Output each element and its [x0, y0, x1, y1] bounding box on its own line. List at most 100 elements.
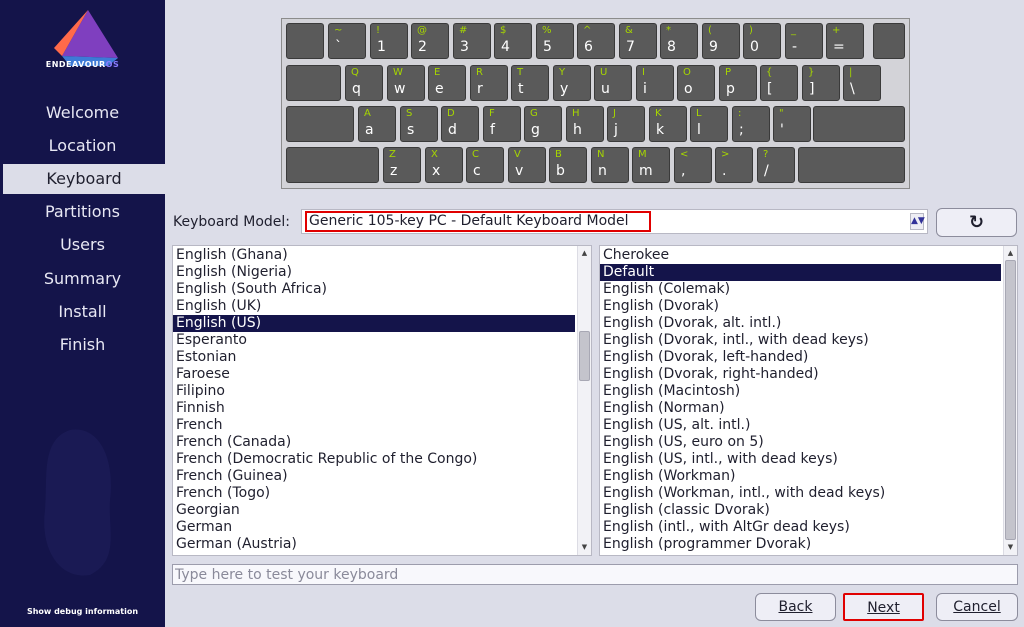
- variant-list-item[interactable]: English (Macintosh): [600, 383, 1001, 400]
- layout-list-item[interactable]: French (Democratic Republic of the Congo…: [173, 451, 575, 468]
- sidebar-item-install: Install: [58, 302, 107, 321]
- key: Zz: [383, 147, 421, 183]
- layout-list-item[interactable]: Faroese: [173, 366, 575, 383]
- layout-list-item[interactable]: German: [173, 519, 575, 536]
- key: (9: [702, 23, 740, 59]
- variant-list-item[interactable]: English (US, intl., with dead keys): [600, 451, 1001, 468]
- key-shift-label: (: [708, 25, 712, 36]
- variant-list-item[interactable]: English (Dvorak): [600, 298, 1001, 315]
- show-debug-link[interactable]: Show debug information: [0, 607, 165, 616]
- key-main-label: ]: [809, 81, 815, 97]
- key: Hh: [566, 106, 604, 142]
- key-shift-label: T: [517, 67, 524, 78]
- layout-list-item[interactable]: English (Nigeria): [173, 264, 575, 281]
- scroll-up-icon[interactable]: ▲: [1005, 248, 1016, 259]
- key: Gg: [524, 106, 562, 142]
- sidebar-item-partitions: Partitions: [44, 202, 120, 221]
- key-shift-label: L: [696, 108, 702, 119]
- key-shift-left: [286, 147, 379, 183]
- key: Ss: [400, 106, 438, 142]
- layout-list-item[interactable]: German (Austria): [173, 536, 575, 553]
- key-shift-label: N: [597, 149, 605, 160]
- keyboard-test-input[interactable]: [172, 564, 1018, 585]
- scroll-down-icon[interactable]: ▼: [579, 542, 590, 553]
- key-main-label: v: [515, 163, 524, 179]
- key-main-label: m: [639, 163, 653, 179]
- key-shift-label: S: [406, 108, 413, 119]
- variant-list-item[interactable]: English (classic Dvorak): [600, 502, 1001, 519]
- key: Qq: [345, 65, 383, 101]
- key: ! 1: [370, 23, 408, 59]
- back-button[interactable]: Back: [755, 593, 836, 621]
- layout-list-item[interactable]: English (South Africa): [173, 281, 575, 298]
- variant-list-item[interactable]: Cherokee: [600, 247, 1001, 264]
- layout-list-scrollbar[interactable]: ▲ ▼: [577, 246, 591, 555]
- key-shift-label: ": [779, 108, 784, 119]
- variant-list-item[interactable]: English (Dvorak, left-handed): [600, 349, 1001, 366]
- layout-list-item[interactable]: Esperanto: [173, 332, 575, 349]
- key-main-label: a: [365, 122, 374, 138]
- key-shift-label: <: [680, 149, 689, 160]
- key-main-label: 9: [709, 39, 718, 55]
- keyboard-model-dropdown[interactable]: Generic 105-key PC - Default Keyboard Mo…: [301, 209, 928, 234]
- key-main-label: s: [407, 122, 415, 138]
- scrollbar-thumb[interactable]: [579, 331, 590, 381]
- key-esc-blank: [286, 23, 324, 59]
- key-shift-label: %: [542, 25, 552, 36]
- variant-list-item[interactable]: English (Dvorak, alt. intl.): [600, 315, 1001, 332]
- layout-list-item[interactable]: Filipino: [173, 383, 575, 400]
- key-main-label: l: [697, 122, 701, 138]
- variant-list-item[interactable]: English (Colemak): [600, 281, 1001, 298]
- layout-list-item[interactable]: English (US): [173, 315, 575, 332]
- variant-list-item[interactable]: Default: [600, 264, 1001, 281]
- layout-list-item[interactable]: French (Togo): [173, 485, 575, 502]
- key: Pp: [719, 65, 757, 101]
- scroll-down-icon[interactable]: ▼: [1005, 542, 1016, 553]
- layout-list-item[interactable]: English (Ghana): [173, 247, 575, 264]
- layout-list-item[interactable]: French (Canada): [173, 434, 575, 451]
- key: Tt: [511, 65, 549, 101]
- key-main-label: e: [435, 81, 444, 97]
- key-shift-label: !: [376, 25, 381, 36]
- keyboard-model-value: Generic 105-key PC - Default Keyboard Mo…: [305, 211, 651, 232]
- layout-list-item[interactable]: Estonian: [173, 349, 575, 366]
- variant-list-item[interactable]: English (Norman): [600, 400, 1001, 417]
- key-shift-label: >: [721, 149, 730, 160]
- key-main-label: o: [684, 81, 693, 97]
- scroll-up-icon[interactable]: ▲: [579, 248, 590, 259]
- variant-list-item[interactable]: English (US, alt. intl.): [600, 417, 1001, 434]
- key-main-label: z: [390, 163, 398, 179]
- key-shift-label: &: [625, 25, 633, 36]
- keyboard-layout-list[interactable]: English (Ghana) English (Nigeria) English …: [172, 245, 592, 556]
- scrollbar-thumb[interactable]: [1005, 260, 1016, 540]
- cancel-button[interactable]: Cancel: [936, 593, 1018, 621]
- variant-list-item[interactable]: English (intl., with AltGr dead keys): [600, 519, 1001, 536]
- layout-list-item[interactable]: Finnish: [173, 400, 575, 417]
- variant-list-item[interactable]: English (Workman, intl., with dead keys): [600, 485, 1001, 502]
- variant-list-scrollbar[interactable]: ▲ ▼: [1003, 246, 1017, 555]
- layout-list-item[interactable]: French (Guinea): [173, 468, 575, 485]
- variant-list-item[interactable]: English (US, euro on 5): [600, 434, 1001, 451]
- keyboard-model-label: Keyboard Model:: [173, 214, 291, 230]
- key: Oo: [677, 65, 715, 101]
- variant-list-item[interactable]: English (programmer Dvorak): [600, 536, 1001, 553]
- layout-list-item[interactable]: Georgian: [173, 502, 575, 519]
- layout-list-item[interactable]: English (UK): [173, 298, 575, 315]
- next-button[interactable]: Next: [843, 593, 924, 621]
- key: Bb: [549, 147, 587, 183]
- variant-list-item[interactable]: English (Workman): [600, 468, 1001, 485]
- key-main-label: ': [780, 122, 784, 138]
- layout-list-item[interactable]: French: [173, 417, 575, 434]
- keyboard-variant-list[interactable]: Cherokee Default English (Colemak) English …: [599, 245, 1018, 556]
- key-main-label: h: [573, 122, 582, 138]
- key: {[: [760, 65, 798, 101]
- key: * 8: [660, 23, 698, 59]
- reset-keyboard-button[interactable]: ↻: [936, 208, 1017, 237]
- key-shift-label: E: [434, 67, 441, 78]
- key: Jj: [607, 106, 645, 142]
- variant-list-item[interactable]: English (Dvorak, right-handed): [600, 366, 1001, 383]
- dropdown-arrow-icon[interactable]: ▲▼: [910, 213, 925, 230]
- key: & 7: [619, 23, 657, 59]
- key-main-label: `: [335, 39, 342, 55]
- variant-list-item[interactable]: English (Dvorak, intl., with dead keys): [600, 332, 1001, 349]
